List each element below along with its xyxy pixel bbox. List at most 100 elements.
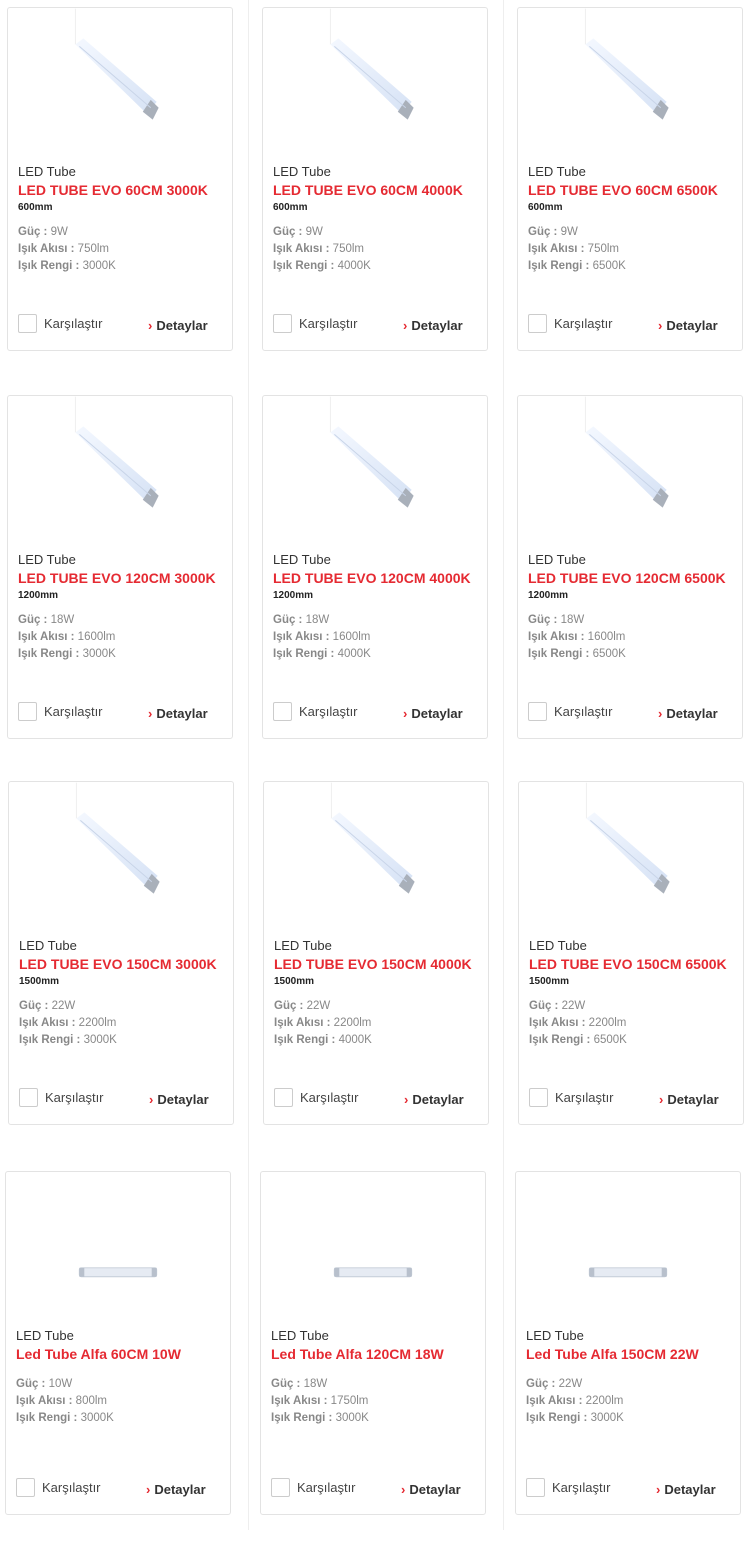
product-image[interactable] (516, 1172, 740, 1322)
details-link[interactable]: › Detaylar (658, 318, 718, 333)
details-label[interactable]: Detaylar (666, 706, 717, 721)
product-card[interactable]: LED Tube LED TUBE EVO 150CM 3000K 1500mm… (8, 781, 234, 1125)
details-label[interactable]: Detaylar (666, 318, 717, 333)
product-name[interactable]: LED TUBE EVO 120CM 6500K (528, 570, 726, 586)
details-label[interactable]: Detaylar (157, 1092, 208, 1107)
details-link[interactable]: › Detaylar (404, 1092, 464, 1107)
product-name[interactable]: Led Tube Alfa 120CM 18W (271, 1346, 444, 1362)
product-name[interactable]: LED TUBE EVO 120CM 4000K (273, 570, 471, 586)
compare-label[interactable]: Karşılaştır (300, 1090, 359, 1105)
checkbox-box[interactable] (271, 1478, 290, 1497)
compare-label[interactable]: Karşılaştır (554, 704, 613, 719)
details-label[interactable]: Detaylar (664, 1482, 715, 1497)
compare-checkbox[interactable]: Karşılaştır (274, 1088, 359, 1107)
compare-checkbox[interactable]: Karşılaştır (273, 314, 358, 333)
details-link[interactable]: › Detaylar (659, 1092, 719, 1107)
compare-checkbox[interactable]: Karşılaştır (271, 1478, 356, 1497)
compare-checkbox[interactable]: Karşılaştır (528, 314, 613, 333)
checkbox-box[interactable] (18, 702, 37, 721)
compare-label[interactable]: Karşılaştır (552, 1480, 611, 1495)
product-card[interactable]: LED Tube LED TUBE EVO 120CM 6500K 1200mm… (517, 395, 743, 739)
product-name[interactable]: LED TUBE EVO 60CM 4000K (273, 182, 463, 198)
details-label[interactable]: Detaylar (412, 1092, 463, 1107)
checkbox-box[interactable] (19, 1088, 38, 1107)
compare-checkbox[interactable]: Karşılaştır (529, 1088, 614, 1107)
details-link[interactable]: › Detaylar (149, 1092, 209, 1107)
details-link[interactable]: › Detaylar (401, 1482, 461, 1497)
compare-label[interactable]: Karşılaştır (554, 316, 613, 331)
product-name[interactable]: LED TUBE EVO 150CM 6500K (529, 956, 727, 972)
details-link[interactable]: › Detaylar (658, 706, 718, 721)
details-link[interactable]: › Detaylar (148, 706, 208, 721)
details-link[interactable]: › Detaylar (403, 706, 463, 721)
product-image[interactable] (263, 8, 487, 158)
product-image[interactable] (8, 8, 232, 158)
spec-flux-value: 750lm (587, 243, 619, 255)
details-link[interactable]: › Detaylar (146, 1482, 206, 1497)
product-image[interactable] (519, 782, 743, 932)
details-link[interactable]: › Detaylar (656, 1482, 716, 1497)
product-image[interactable] (8, 396, 232, 546)
product-image[interactable] (263, 396, 487, 546)
product-card[interactable]: LED Tube LED TUBE EVO 60CM 6500K 600mm G… (517, 7, 743, 351)
product-name[interactable]: LED TUBE EVO 60CM 6500K (528, 182, 718, 198)
product-name[interactable]: Led Tube Alfa 150CM 22W (526, 1346, 699, 1362)
product-image[interactable] (9, 782, 233, 932)
compare-label[interactable]: Karşılaştır (297, 1480, 356, 1495)
details-label[interactable]: Detaylar (409, 1482, 460, 1497)
checkbox-box[interactable] (528, 314, 547, 333)
product-image[interactable] (6, 1172, 230, 1322)
compare-label[interactable]: Karşılaştır (44, 316, 103, 331)
product-card[interactable]: LED Tube LED TUBE EVO 150CM 6500K 1500mm… (518, 781, 744, 1125)
details-link[interactable]: › Detaylar (148, 318, 208, 333)
checkbox-box[interactable] (273, 702, 292, 721)
product-card[interactable]: LED Tube Led Tube Alfa 60CM 10W Güç : 10… (5, 1171, 231, 1515)
compare-checkbox[interactable]: Karşılaştır (526, 1478, 611, 1497)
product-image[interactable] (518, 8, 742, 158)
details-label[interactable]: Detaylar (156, 318, 207, 333)
product-name[interactable]: LED TUBE EVO 120CM 3000K (18, 570, 216, 586)
product-name[interactable]: LED TUBE EVO 150CM 4000K (274, 956, 472, 972)
checkbox-box[interactable] (529, 1088, 548, 1107)
product-name[interactable]: Led Tube Alfa 60CM 10W (16, 1346, 181, 1362)
compare-checkbox[interactable]: Karşılaştır (528, 702, 613, 721)
product-name[interactable]: LED TUBE EVO 150CM 3000K (19, 956, 217, 972)
details-label[interactable]: Detaylar (154, 1482, 205, 1497)
product-card[interactable]: LED Tube LED TUBE EVO 120CM 4000K 1200mm… (262, 395, 488, 739)
product-image[interactable] (264, 782, 488, 932)
checkbox-box[interactable] (16, 1478, 35, 1497)
product-name[interactable]: LED TUBE EVO 60CM 3000K (18, 182, 208, 198)
compare-checkbox[interactable]: Karşılaştır (18, 314, 103, 333)
checkbox-box[interactable] (18, 314, 37, 333)
spec-color-label: Işık Rengi : (273, 260, 335, 272)
product-card[interactable]: LED Tube LED TUBE EVO 150CM 4000K 1500mm… (263, 781, 489, 1125)
checkbox-box[interactable] (274, 1088, 293, 1107)
details-label[interactable]: Detaylar (411, 706, 462, 721)
compare-label[interactable]: Karşılaştır (299, 704, 358, 719)
details-label[interactable]: Detaylar (156, 706, 207, 721)
compare-checkbox[interactable]: Karşılaştır (273, 702, 358, 721)
details-link[interactable]: › Detaylar (403, 318, 463, 333)
product-card[interactable]: LED Tube LED TUBE EVO 120CM 3000K 1200mm… (7, 395, 233, 739)
product-image[interactable] (261, 1172, 485, 1322)
product-specs: Güç : 18W Işık Akısı : 1600lm Işık Rengi… (528, 612, 626, 663)
compare-label[interactable]: Karşılaştır (44, 704, 103, 719)
compare-label[interactable]: Karşılaştır (45, 1090, 104, 1105)
compare-label[interactable]: Karşılaştır (42, 1480, 101, 1495)
checkbox-box[interactable] (273, 314, 292, 333)
details-label[interactable]: Detaylar (667, 1092, 718, 1107)
product-card[interactable]: LED Tube Led Tube Alfa 150CM 22W Güç : 2… (515, 1171, 741, 1515)
led-tube-alfa-icon (78, 1267, 158, 1278)
compare-checkbox[interactable]: Karşılaştır (19, 1088, 104, 1107)
compare-label[interactable]: Karşılaştır (299, 316, 358, 331)
compare-checkbox[interactable]: Karşılaştır (18, 702, 103, 721)
product-card[interactable]: LED Tube Led Tube Alfa 120CM 18W Güç : 1… (260, 1171, 486, 1515)
product-image[interactable] (518, 396, 742, 546)
product-card[interactable]: LED Tube LED TUBE EVO 60CM 3000K 600mm G… (7, 7, 233, 351)
compare-checkbox[interactable]: Karşılaştır (16, 1478, 101, 1497)
details-label[interactable]: Detaylar (411, 318, 462, 333)
compare-label[interactable]: Karşılaştır (555, 1090, 614, 1105)
product-card[interactable]: LED Tube LED TUBE EVO 60CM 4000K 600mm G… (262, 7, 488, 351)
checkbox-box[interactable] (528, 702, 547, 721)
checkbox-box[interactable] (526, 1478, 545, 1497)
